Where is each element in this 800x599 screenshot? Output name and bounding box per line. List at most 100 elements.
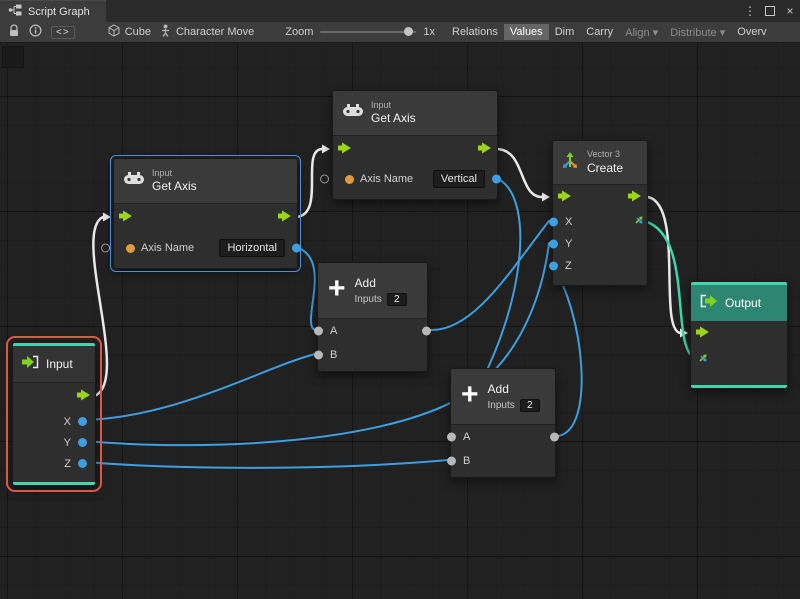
- node-header[interactable]: Vector 3 Create: [553, 141, 647, 185]
- flow-in-port[interactable]: [558, 189, 572, 207]
- flow-in-port[interactable]: [696, 325, 710, 343]
- port-a-label: A: [463, 431, 470, 443]
- breadcrumb-label: Cube: [125, 26, 151, 38]
- x-out-port[interactable]: [78, 417, 87, 426]
- lock-icon[interactable]: [8, 24, 20, 40]
- gamepad-icon: [343, 104, 363, 122]
- breadcrumb-character-move[interactable]: Character Move: [160, 24, 254, 40]
- z-out-port[interactable]: [78, 459, 87, 468]
- inputs-count-field[interactable]: 2: [520, 399, 540, 412]
- node-input[interactable]: Input X Y Z: [12, 342, 96, 486]
- port-b-label: B: [330, 349, 337, 361]
- string-type-dot: [126, 244, 135, 253]
- vector3-in-port[interactable]: [697, 351, 709, 369]
- align-dropdown[interactable]: Align ▾: [619, 24, 664, 41]
- character-icon: [160, 24, 171, 40]
- node-get-axis-horizontal[interactable]: Input Get Axis Axis Name Horizontal: [113, 158, 298, 269]
- zoom-value: 1x: [423, 26, 435, 38]
- input-a-port[interactable]: [314, 327, 323, 336]
- overview-button[interactable]: Overv: [731, 24, 772, 40]
- input-b-port[interactable]: [314, 351, 323, 360]
- flow-in-port[interactable]: [338, 141, 352, 159]
- node-header[interactable]: + Add Inputs 2: [451, 369, 555, 425]
- carry-button[interactable]: Carry: [580, 24, 619, 40]
- axis-name-label: Axis Name: [141, 242, 194, 254]
- toolbar: <> Cube Character Move Zoom 1x Relations…: [0, 22, 800, 43]
- breadcrumb-cube[interactable]: Cube: [108, 24, 151, 40]
- window-close-icon[interactable]: ×: [780, 0, 800, 22]
- toolbar-toggles: Relations Values Dim Carry Align ▾ Distr…: [446, 24, 773, 41]
- y-out-port[interactable]: [78, 438, 87, 447]
- zoom-slider-handle[interactable]: [404, 27, 413, 36]
- node-header[interactable]: Input: [13, 346, 95, 383]
- window-menu-icon[interactable]: ⋮: [740, 0, 760, 22]
- axis-name-field[interactable]: Vertical: [433, 170, 485, 188]
- relations-button[interactable]: Relations: [446, 24, 504, 40]
- input-a-port[interactable]: [447, 433, 456, 442]
- gamepad-icon: [124, 172, 144, 190]
- string-type-dot: [345, 175, 354, 184]
- vector3-icon: [561, 151, 579, 174]
- tab-script-graph[interactable]: Script Graph: [0, 0, 106, 22]
- graph-panel-toggle[interactable]: [2, 46, 24, 68]
- port-b-label: B: [463, 455, 470, 467]
- values-button[interactable]: Values: [504, 24, 549, 40]
- node-kind-label: Input: [371, 100, 416, 111]
- node-header[interactable]: Input Get Axis: [114, 159, 297, 204]
- flow-out-port[interactable]: [628, 189, 642, 207]
- node-output[interactable]: Output: [690, 281, 788, 389]
- node-title: Output: [725, 296, 761, 311]
- flow-out-port[interactable]: [278, 209, 292, 227]
- y-input-port[interactable]: [549, 240, 558, 249]
- dim-button[interactable]: Dim: [549, 24, 581, 40]
- tab-title: Script Graph: [28, 6, 90, 18]
- add-icon: +: [328, 274, 346, 304]
- node-title: Get Axis: [371, 111, 416, 126]
- sum-out-port[interactable]: [422, 327, 431, 336]
- cube-icon: [108, 24, 120, 40]
- node-add-2[interactable]: + Add Inputs 2 A B: [450, 368, 556, 478]
- input-icon: [21, 355, 39, 374]
- node-header[interactable]: Input Get Axis: [333, 91, 497, 136]
- info-icon[interactable]: [29, 24, 42, 40]
- z-input-port[interactable]: [549, 262, 558, 271]
- script-graph-icon: [8, 4, 22, 19]
- node-header[interactable]: Output: [691, 285, 787, 321]
- port-a-label: A: [330, 325, 337, 337]
- node-header[interactable]: + Add Inputs 2: [318, 263, 427, 319]
- node-vector3-create[interactable]: Vector 3 Create X Y Z: [552, 140, 648, 286]
- node-title: Input: [46, 357, 73, 372]
- value-out-port[interactable]: [492, 175, 501, 184]
- accent-bar: [691, 385, 787, 388]
- window-maximize-icon[interactable]: [760, 0, 780, 22]
- port-y-label: Y: [64, 437, 71, 449]
- port-y-label: Y: [565, 238, 572, 250]
- inputs-label: Inputs: [355, 294, 382, 305]
- port-x-label: X: [64, 416, 71, 428]
- node-kind-label: Vector 3: [587, 149, 623, 160]
- sum-out-port[interactable]: [550, 433, 559, 442]
- port-x-label: X: [565, 216, 572, 228]
- script-graph-window: Script Graph ⋮ × <> Cube Character Move: [0, 0, 800, 599]
- axis-name-label: Axis Name: [360, 173, 413, 185]
- flow-in-port[interactable]: [119, 209, 133, 227]
- node-add-1[interactable]: + Add Inputs 2 A B: [317, 262, 428, 372]
- code-view-toggle[interactable]: <>: [51, 26, 75, 39]
- vector3-out-port[interactable]: [633, 213, 645, 231]
- inputs-count-field[interactable]: 2: [387, 293, 407, 306]
- value-out-port[interactable]: [292, 244, 301, 253]
- string-input-port[interactable]: [101, 244, 110, 253]
- flow-out-port[interactable]: [478, 141, 492, 159]
- string-input-port[interactable]: [320, 175, 329, 184]
- node-title: Get Axis: [152, 179, 197, 194]
- distribute-dropdown[interactable]: Distribute ▾: [664, 24, 731, 41]
- node-kind-label: Input: [152, 168, 197, 179]
- input-b-port[interactable]: [447, 457, 456, 466]
- zoom-slider[interactable]: [320, 31, 416, 33]
- x-input-port[interactable]: [549, 218, 558, 227]
- node-get-axis-vertical[interactable]: Input Get Axis Axis Name Vertical: [332, 90, 498, 200]
- axis-name-field[interactable]: Horizontal: [219, 239, 285, 257]
- node-title: Add: [488, 382, 540, 397]
- flow-out-port[interactable]: [77, 388, 91, 406]
- chevron-down-icon: ▾: [653, 27, 659, 39]
